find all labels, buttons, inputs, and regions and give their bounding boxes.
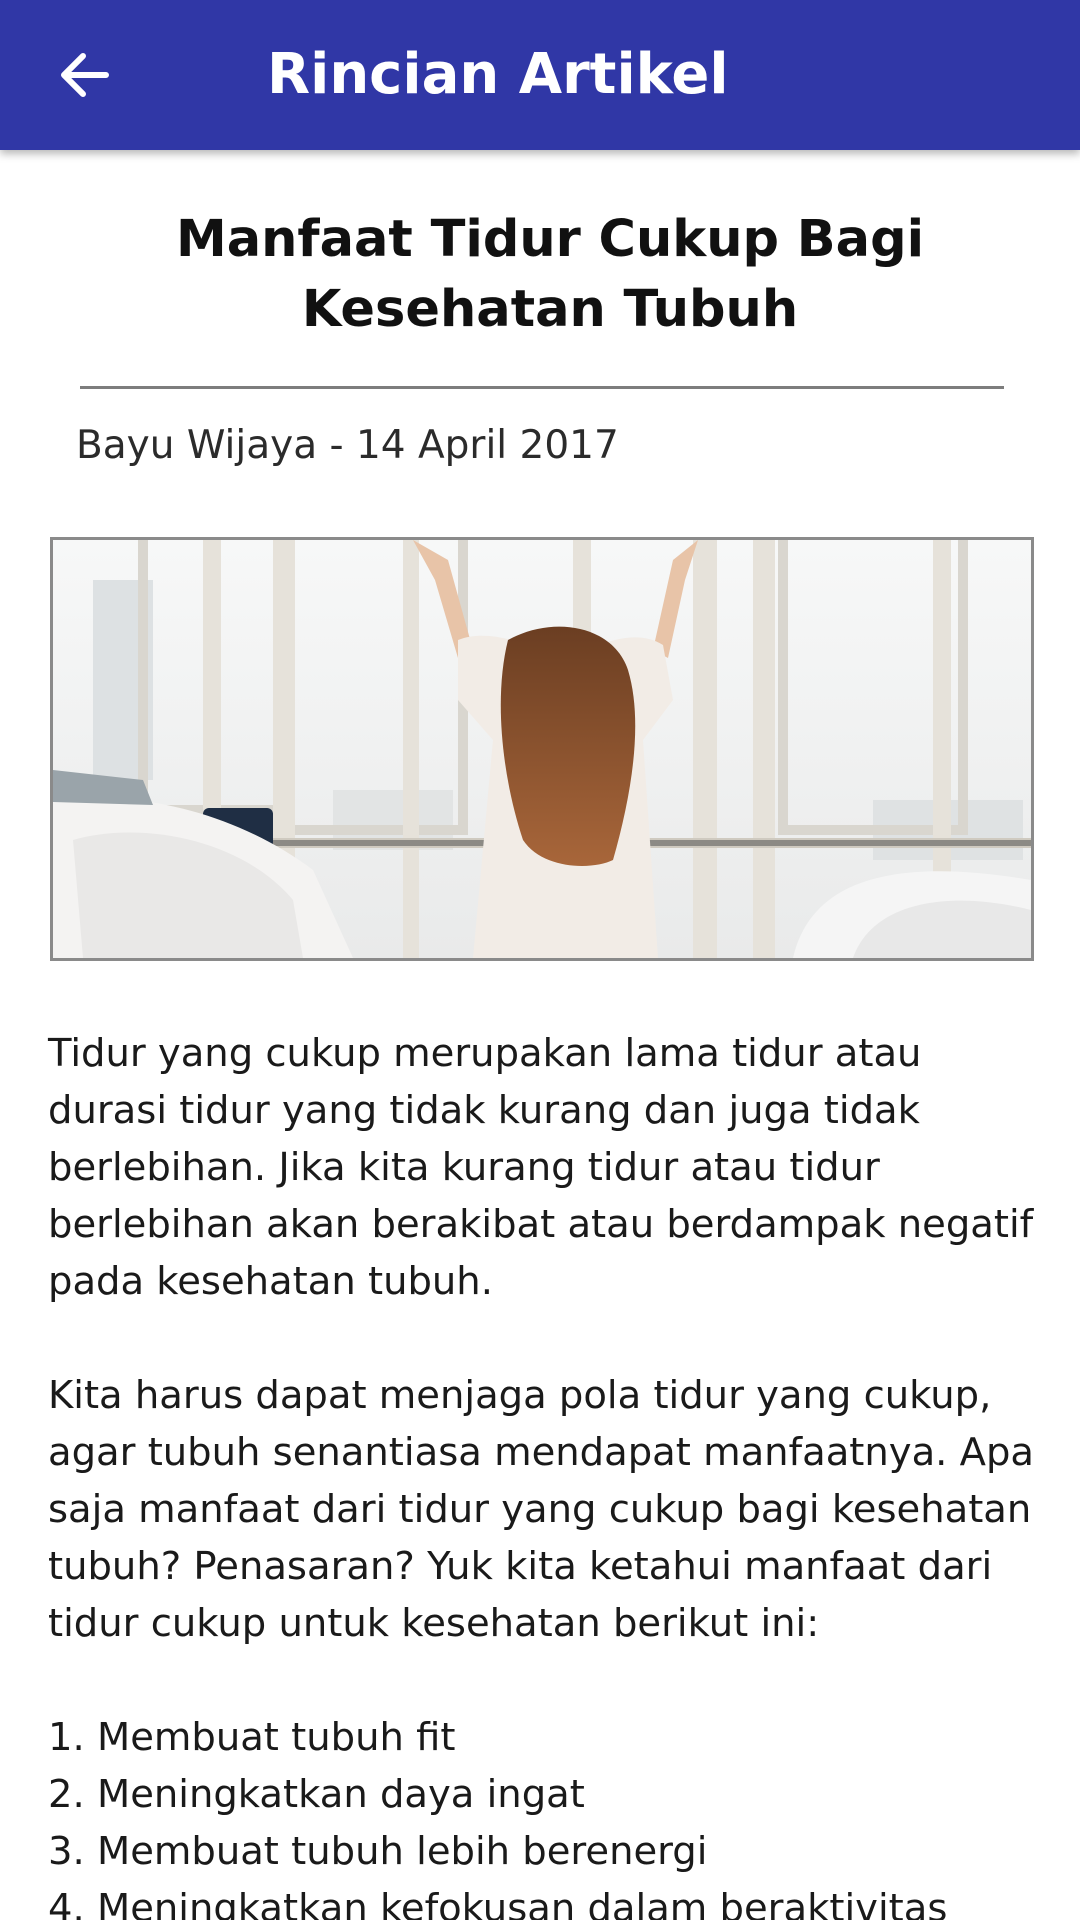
page-title: Rincian Artikel [267,42,729,107]
article-paragraph-1: Tidur yang cukup merupakan lama tidur at… [48,1031,1034,1304]
article-byline: Bayu Wijaya - 14 April 2017 [76,423,619,468]
article-title: Manfaat Tidur Cukup Bagi Kesehatan Tubuh [175,210,925,339]
list-item: 1. Membuat tubuh fit [48,1715,456,1760]
article-photo [53,540,1031,958]
list-item: 2. Meningkatkan daya ingat [48,1772,585,1817]
title-divider [80,386,1004,389]
article-paragraph-2: Kita harus dapat menjaga pola tidur yang… [48,1373,1035,1646]
back-button[interactable] [40,35,128,115]
list-item: 3. Membuat tubuh lebih berenergi [48,1829,708,1874]
arrow-left-icon [61,53,109,97]
app-bar: Rincian Artikel [0,0,1080,150]
article-content[interactable]: Manfaat Tidur Cukup Bagi Kesehatan Tubuh… [0,150,1080,1920]
list-item: 4. Meningkatkan kefokusan dalam beraktiv… [48,1886,948,1920]
article-image [50,537,1034,961]
benefits-list: 1. Membuat tubuh fit 2. Meningkatkan day… [48,1709,1048,1920]
article-body: Tidur yang cukup merupakan lama tidur at… [48,1025,1048,1920]
